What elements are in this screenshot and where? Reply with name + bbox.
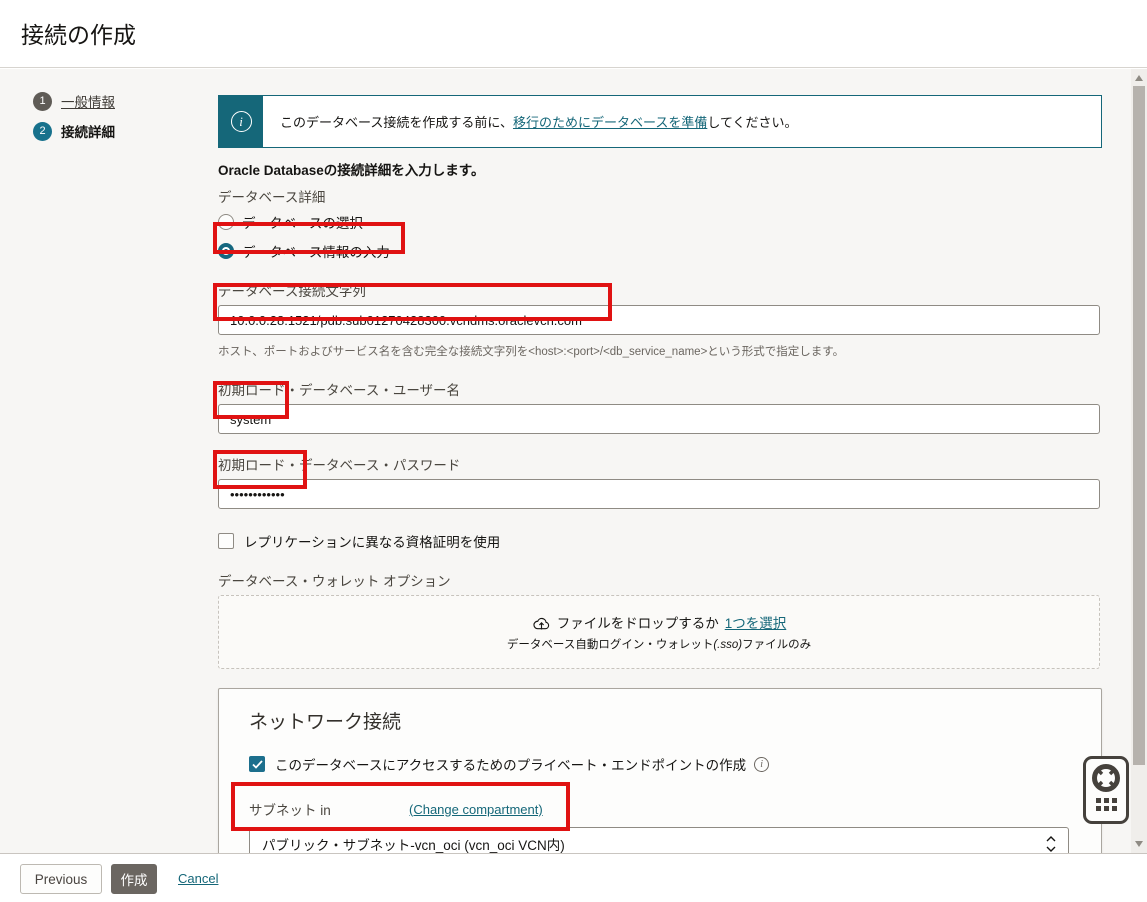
scrollbar-thumb[interactable]: [1133, 86, 1145, 765]
step-2-badge: 2: [33, 122, 52, 141]
info-banner-text: このデータベース接続を作成する前に、移行のためにデータベースを準備してください。: [263, 96, 798, 147]
username-input[interactable]: [218, 404, 1100, 434]
radio-select-database-label: データベースの選択: [242, 212, 363, 232]
network-connectivity-section: ネットワーク接続 このデータベースにアクセスするためのプライベート・エンドポイン…: [218, 688, 1102, 872]
private-endpoint-checkbox-row[interactable]: このデータベースにアクセスするためのプライベート・エンドポイントの作成 i: [249, 754, 1071, 774]
banner-text-before: このデータベース接続を作成する前に、: [280, 112, 513, 131]
subnet-select-value: パブリック・サブネット-vcn_oci (vcn_oci VCN内): [262, 834, 1046, 854]
upload-cloud-icon: [532, 614, 551, 631]
step-2-label: 接続詳細: [61, 121, 115, 141]
page-header: 接続の作成: [0, 0, 1147, 68]
dropzone-hint-sso: (.sso): [713, 639, 742, 651]
intro-text: Oracle Databaseの接続詳細を入力します。: [218, 159, 1102, 179]
dropzone-hint: データベース自動ログイン・ウォレット(.sso)ファイルのみ: [507, 636, 811, 652]
vertical-scrollbar[interactable]: [1131, 69, 1147, 853]
step-1-label[interactable]: 一般情報: [61, 91, 115, 111]
info-banner: i このデータベース接続を作成する前に、移行のためにデータベースを準備してくださ…: [218, 95, 1102, 148]
connection-string-group: データベース接続文字列 ホスト、ポートおよびサービス名を含む完全な接続文字列を<…: [218, 280, 1102, 359]
username-group: 初期ロード・データベース・ユーザー名: [218, 379, 1102, 434]
wallet-options-label: データベース・ウォレット オプション: [218, 570, 1102, 590]
wizard-content: 1 一般情報 2 接続詳細 i このデータベース接続を作成する前に、移行のために…: [0, 69, 1131, 853]
dropzone-text: ファイルをドロップするか: [557, 612, 719, 632]
change-compartment-link[interactable]: (Change compartment): [409, 802, 543, 817]
floating-help-widget[interactable]: [1083, 756, 1129, 824]
radio-select-database[interactable]: データベースの選択: [218, 211, 1102, 233]
dropzone-hint-post: ファイルのみ: [742, 639, 811, 651]
radio-enter-database-info[interactable]: データベース情報の入力: [218, 240, 1102, 262]
connection-form: i このデータベース接続を作成する前に、移行のためにデータベースを準備してくださ…: [218, 95, 1102, 872]
wizard-footer: Previous 作成 Cancel: [0, 853, 1147, 902]
password-label: 初期ロード・データベース・パスワード: [218, 454, 1102, 474]
private-endpoint-info-icon[interactable]: i: [754, 757, 769, 772]
grid-menu-icon[interactable]: [1096, 798, 1117, 811]
replication-credentials-label: レプリケーションに異なる資格証明を使用: [244, 531, 500, 551]
checkbox-unchecked-icon[interactable]: [218, 533, 234, 549]
create-button[interactable]: 作成: [111, 864, 157, 894]
replication-credentials-checkbox-row[interactable]: レプリケーションに異なる資格証明を使用: [218, 531, 1102, 551]
subnet-label: サブネット in: [249, 799, 409, 819]
subnet-label-row: サブネット in (Change compartment): [249, 799, 1071, 819]
connection-string-help: ホスト、ポートおよびサービス名を含む完全な接続文字列を<host>:<port>…: [218, 343, 1102, 359]
private-endpoint-label: このデータベースにアクセスするためのプライベート・エンドポイントの作成: [275, 754, 746, 774]
radio-off-icon[interactable]: [218, 214, 234, 230]
wallet-dropzone[interactable]: ファイルをドロップするか 1つを選択 データベース自動ログイン・ウォレット(.s…: [218, 595, 1100, 669]
radio-enter-database-info-label: データベース情報の入力: [242, 241, 390, 261]
radio-on-icon[interactable]: [218, 243, 234, 259]
prepare-database-link[interactable]: 移行のためにデータベースを準備: [513, 112, 707, 131]
banner-text-after: してください。: [707, 112, 797, 131]
database-details-label: データベース詳細: [218, 186, 1102, 206]
create-connection-page: 接続の作成 1 一般情報 2 接続詳細 i このデータベース接続を作成する前に、…: [0, 0, 1147, 902]
scroll-down-arrow-icon[interactable]: [1135, 841, 1143, 847]
password-group: 初期ロード・データベース・パスワード: [218, 454, 1102, 509]
step-general-info[interactable]: 1 一般情報: [33, 91, 115, 111]
checkbox-checked-icon[interactable]: [249, 756, 265, 772]
page-title: 接続の作成: [21, 16, 136, 50]
cancel-link[interactable]: Cancel: [178, 871, 218, 886]
dropzone-hint-pre: データベース自動ログイン・ウォレット: [507, 639, 713, 651]
step-1-badge: 1: [33, 92, 52, 111]
wizard-steps: 1 一般情報 2 接続詳細: [33, 91, 115, 151]
network-section-title: ネットワーク接続: [249, 707, 1071, 734]
lifebuoy-help-icon[interactable]: [1091, 763, 1121, 793]
previous-button[interactable]: Previous: [20, 864, 102, 894]
info-banner-icon-block: i: [219, 96, 263, 147]
dropzone-text-row: ファイルをドロップするか 1つを選択: [532, 612, 787, 632]
username-label: 初期ロード・データベース・ユーザー名: [218, 379, 1102, 399]
step-connection-details: 2 接続詳細: [33, 121, 115, 141]
scroll-up-arrow-icon[interactable]: [1135, 75, 1143, 81]
connection-string-label: データベース接続文字列: [218, 280, 1102, 300]
info-icon: i: [231, 111, 252, 132]
password-input[interactable]: [218, 479, 1100, 509]
select-chevrons-icon: [1046, 835, 1056, 853]
select-one-link[interactable]: 1つを選択: [725, 612, 787, 632]
connection-string-input[interactable]: [218, 305, 1100, 335]
